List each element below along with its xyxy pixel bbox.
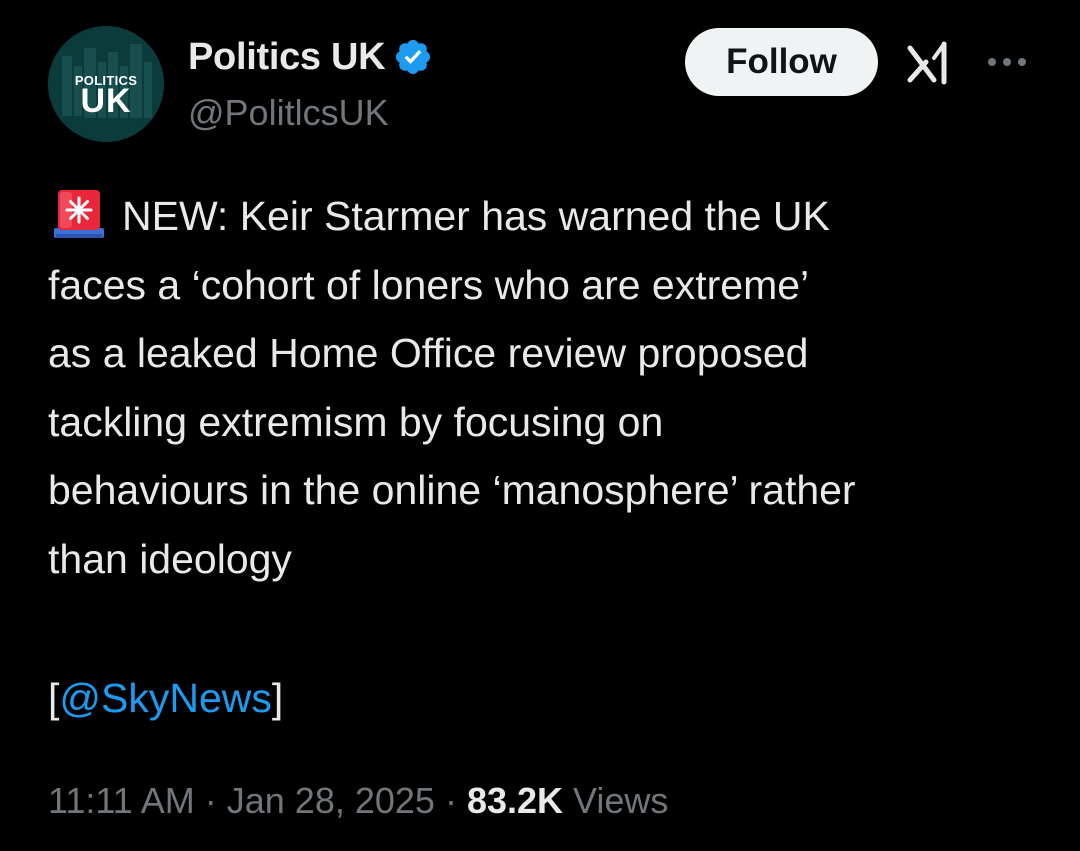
- avatar[interactable]: POLITICS UK: [48, 26, 164, 142]
- tweet-line: behaviours in the online ‘manosphere’ ra…: [48, 467, 856, 514]
- bracket-open: [: [48, 675, 60, 721]
- tweet-line: faces a ‘cohort of loners who are extrem…: [48, 261, 810, 308]
- tweet-meta: 11:11 AM · Jan 28, 2025 · 83.2K Views: [48, 780, 668, 822]
- handle[interactable]: @PolitlcsUK: [188, 92, 389, 134]
- meta-separator: ·: [194, 780, 227, 821]
- name-row: Politics UK: [188, 32, 433, 82]
- mention-link[interactable]: @SkyNews: [59, 675, 272, 721]
- timestamp-date[interactable]: Jan 28, 2025: [227, 780, 435, 821]
- tweet-line: tackling extremism by focusing on: [48, 398, 664, 445]
- source-attribution: [@SkyNews]: [48, 664, 283, 732]
- follow-button[interactable]: Follow: [685, 28, 878, 96]
- tweet-line: NEW: Keir Starmer has warned the UK: [48, 182, 1048, 251]
- tweet-header: POLITICS UK Politics UK @PolitlcsUK Foll…: [0, 0, 1080, 160]
- bracket-close: ]: [271, 675, 284, 721]
- tweet-line: as a leaked Home Office review proposed: [48, 330, 809, 377]
- more-horizontal-icon[interactable]: [984, 52, 1030, 72]
- views-count[interactable]: 83.2K: [467, 780, 563, 821]
- rotating-light-siren-icon: [54, 190, 104, 238]
- grok-icon[interactable]: [904, 38, 954, 88]
- avatar-text-bottom: UK: [80, 82, 132, 120]
- display-name[interactable]: Politics UK: [188, 36, 386, 79]
- meta-separator: ·: [434, 780, 467, 821]
- views-label: Views: [563, 780, 669, 821]
- tweet-line-text: NEW: Keir Starmer has warned the UK: [122, 193, 830, 239]
- timestamp-time[interactable]: 11:11 AM: [48, 780, 195, 821]
- verified-badge-icon: [396, 39, 431, 75]
- tweet-line: than ideology: [48, 535, 292, 582]
- tweet-text: NEW: Keir Starmer has warned the UK face…: [48, 182, 1048, 594]
